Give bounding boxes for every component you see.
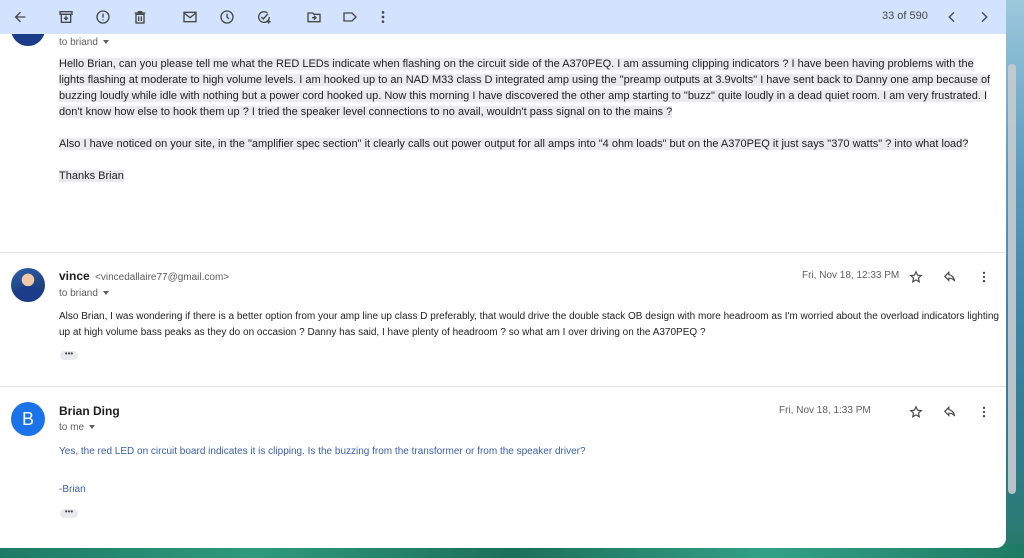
recipient-line[interactable]: to briand	[59, 37, 109, 48]
recipient-line[interactable]: to briand	[59, 288, 109, 299]
delete-icon[interactable]	[131, 8, 149, 26]
recipient-label: to me	[59, 422, 85, 433]
avatar	[11, 34, 45, 46]
message-3: B Brian Ding to me Fri, Nov 18, 1:33 PM …	[0, 387, 1006, 547]
message-body: Also Brian, I was wondering if there is …	[59, 311, 999, 338]
message-body: Yes, the red LED on circuit board indica…	[59, 446, 586, 457]
add-task-icon[interactable]	[255, 8, 273, 26]
label-icon[interactable]	[341, 8, 359, 26]
sender-name: vince	[59, 269, 90, 283]
report-spam-icon[interactable]	[94, 8, 112, 26]
chevron-down-icon[interactable]	[102, 40, 109, 45]
show-trimmed-button[interactable]: •••	[60, 508, 78, 518]
sender: Brian Ding	[59, 404, 120, 418]
message-date: Fri, Nov 18, 12:33 PM	[802, 270, 900, 281]
reply-icon[interactable]	[942, 404, 958, 420]
chevron-down-icon[interactable]	[102, 291, 109, 296]
more-vertical-icon[interactable]	[374, 8, 392, 26]
more-options-icon[interactable]	[976, 404, 992, 420]
back-arrow-icon[interactable]	[11, 8, 29, 26]
email-toolbar: 33 of 590	[0, 0, 1006, 34]
show-trimmed-button[interactable]: •••	[60, 350, 78, 360]
body-paragraph: Thanks Brian	[59, 170, 124, 182]
thread-content: to briand Hello Brian, can you please te…	[0, 34, 1006, 548]
avatar: B	[11, 402, 45, 436]
body-paragraph: Also I have noticed on your site, in the…	[59, 138, 969, 150]
move-to-icon[interactable]	[305, 8, 323, 26]
message-date: Fri, Nov 18, 1:33 PM	[779, 405, 871, 416]
avatar	[11, 268, 45, 302]
star-icon[interactable]	[908, 269, 924, 285]
more-options-icon[interactable]	[976, 269, 992, 285]
message-body: Hello Brian, can you please tell me what…	[59, 56, 994, 200]
reply-icon[interactable]	[942, 269, 958, 285]
body-paragraph: Hello Brian, can you please tell me what…	[59, 58, 991, 118]
mark-unread-icon[interactable]	[181, 8, 199, 26]
snooze-icon[interactable]	[218, 8, 236, 26]
signature: -Brian	[59, 484, 86, 495]
recipient-label: to briand	[59, 37, 98, 48]
email-window: 33 of 590 to briand Hello Brian, can you…	[0, 0, 1006, 548]
recipient-line[interactable]: to me	[59, 422, 96, 433]
message-2: vince <vincedallaire77@gmail.com> to bri…	[0, 253, 1006, 386]
sender-email: <vincedallaire77@gmail.com>	[95, 272, 230, 283]
sender-name: Brian Ding	[59, 404, 120, 418]
star-icon[interactable]	[908, 404, 924, 420]
previous-message-icon[interactable]	[943, 8, 961, 26]
scrollbar[interactable]	[1008, 64, 1016, 494]
next-message-icon[interactable]	[975, 8, 993, 26]
message-1: to briand Hello Brian, can you please te…	[0, 34, 1006, 252]
archive-icon[interactable]	[57, 8, 75, 26]
chevron-down-icon[interactable]	[89, 425, 96, 430]
message-count: 33 of 590	[882, 10, 928, 22]
sender: vince <vincedallaire77@gmail.com>	[59, 269, 229, 283]
recipient-label: to briand	[59, 288, 98, 299]
